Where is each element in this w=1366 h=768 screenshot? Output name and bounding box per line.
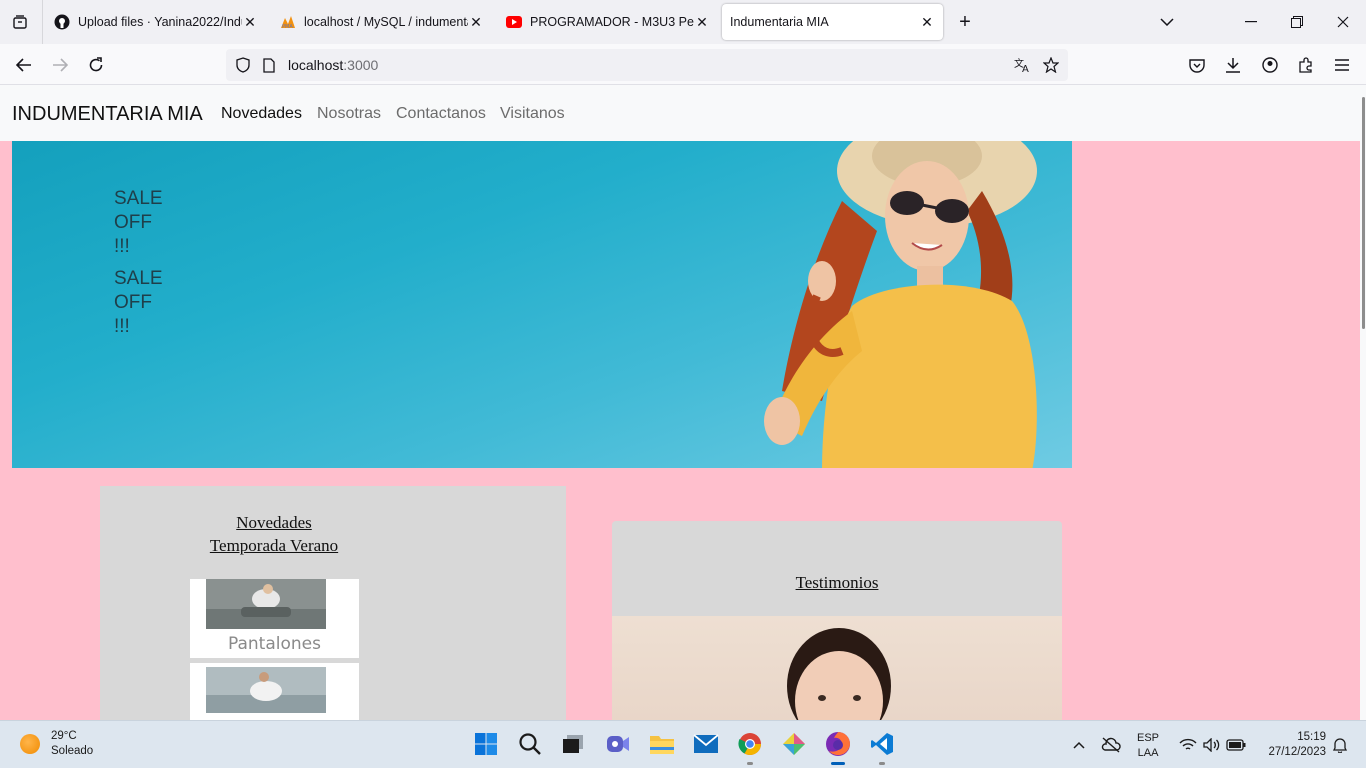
notifications-icon[interactable]	[1330, 735, 1350, 755]
site-brand[interactable]: INDUMENTARIA MIA	[12, 103, 203, 126]
scrollbar[interactable]	[1360, 85, 1366, 720]
battery-icon[interactable]	[1226, 735, 1246, 755]
back-icon[interactable]	[10, 52, 38, 78]
tab-strip: Upload files · Yanina2022/Indum ✕ PMA lo…	[0, 0, 1366, 44]
download-icon[interactable]	[1219, 52, 1247, 78]
testimonials-card: Testimonios	[612, 521, 1062, 720]
hero-banner: SALE OFF !!! SALE OFF !!!	[12, 141, 1072, 468]
restore-icon[interactable]	[1274, 0, 1320, 44]
teams-meet-icon[interactable]	[603, 729, 633, 759]
nav-link-contactanos[interactable]: Contactanos	[396, 105, 486, 123]
youtube-icon	[506, 14, 522, 30]
news-card: Novedades Temporada Verano Pantalones	[100, 486, 566, 720]
system-clock[interactable]: 15:19 27/12/2023	[1256, 730, 1326, 760]
tab-title: Indumentaria MIA	[730, 15, 829, 29]
close-tab-icon[interactable]: ✕	[694, 14, 710, 30]
tab-youtube[interactable]: PROGRAMADOR - M3U3 Petició ✕	[498, 4, 718, 40]
github-icon	[54, 14, 70, 30]
nav-link-nosotras[interactable]: Nosotras	[317, 105, 381, 123]
tab-title: localhost / MySQL / indumenta	[304, 15, 468, 29]
chevron-up-icon[interactable]	[1069, 735, 1089, 755]
task-view-icon[interactable]	[558, 729, 588, 759]
product-card-pantalones[interactable]: Pantalones	[190, 579, 359, 658]
hero-sale-text: SALE OFF !!!	[114, 188, 163, 257]
nav-link-visitanos[interactable]: Visitanos	[500, 105, 565, 123]
reload-icon[interactable]	[82, 52, 110, 78]
hero-model-image	[764, 141, 1037, 468]
svg-text:PMA: PMA	[282, 24, 293, 29]
weather-widget[interactable]: 29°C Soleado	[20, 729, 93, 759]
taskbar: 29°C Soleado ESP LAA 15:19 27/12/2023	[0, 720, 1366, 768]
page-content: INDUMENTARIA MIA Novedades Nosotras Cont…	[0, 85, 1366, 720]
hero-sale-text-2: SALE OFF !!!	[114, 268, 163, 337]
browser-toolbar: localhost:3000 文A	[0, 44, 1366, 85]
tab-title: PROGRAMADOR - M3U3 Petició	[530, 15, 694, 29]
tab-title: Upload files · Yanina2022/Indum	[78, 15, 242, 29]
chevron-down-icon[interactable]	[1157, 12, 1177, 32]
weather-desc: Soleado	[51, 745, 94, 757]
page-icon[interactable]	[260, 56, 278, 74]
testimonials-title[interactable]: Testimonios	[612, 571, 1062, 594]
minimize-icon[interactable]	[1228, 0, 1274, 44]
translate-icon[interactable]: 文A	[1014, 56, 1032, 74]
close-tab-icon[interactable]: ✕	[242, 14, 258, 30]
new-tab-icon[interactable]: +	[954, 11, 976, 33]
diamond-app-icon[interactable]	[779, 729, 809, 759]
product-card[interactable]	[190, 663, 359, 720]
tab-separator	[42, 0, 43, 44]
nav-link-novedades[interactable]: Novedades	[221, 105, 302, 123]
mail-icon[interactable]	[691, 729, 721, 759]
weather-temp: 29°C	[51, 730, 77, 742]
forward-icon[interactable]	[46, 52, 74, 78]
chrome-icon[interactable]	[735, 729, 765, 765]
news-card-title[interactable]: Novedades Temporada Verano	[100, 511, 448, 557]
product-label: Pantalones	[228, 634, 321, 654]
phpmyadmin-icon: PMA	[280, 14, 296, 30]
vscode-icon[interactable]	[867, 729, 897, 765]
close-tab-icon[interactable]: ✕	[919, 14, 935, 30]
scrollbar-thumb[interactable]	[1362, 97, 1365, 329]
pocket-icon[interactable]	[1183, 52, 1211, 78]
url-bar[interactable]: localhost:3000 文A	[226, 49, 1068, 81]
wifi-icon[interactable]	[1178, 735, 1198, 755]
firefox-icon[interactable]	[823, 729, 853, 765]
url-text[interactable]: localhost:3000	[288, 57, 378, 73]
tab-github[interactable]: Upload files · Yanina2022/Indum ✕	[46, 4, 266, 40]
tab-list-icon[interactable]	[8, 10, 32, 34]
sun-icon	[20, 734, 40, 754]
volume-icon[interactable]	[1202, 735, 1222, 755]
extensions-icon[interactable]	[1292, 52, 1320, 78]
close-window-icon[interactable]	[1320, 0, 1366, 44]
search-icon[interactable]	[515, 729, 545, 759]
product-image	[206, 667, 326, 713]
bookmark-star-icon[interactable]	[1042, 56, 1060, 74]
shield-icon[interactable]	[234, 56, 252, 74]
close-tab-icon[interactable]: ✕	[468, 14, 484, 30]
product-image	[206, 579, 326, 629]
svg-text:A: A	[1022, 64, 1029, 73]
windows-start-icon[interactable]	[471, 729, 501, 759]
tab-phpmyadmin[interactable]: PMA localhost / MySQL / indumenta ✕	[272, 4, 492, 40]
onedrive-offline-icon[interactable]	[1101, 735, 1121, 755]
file-explorer-icon[interactable]	[647, 729, 677, 759]
testimonial-photo	[612, 616, 1062, 720]
language-indicator[interactable]: ESP LAA	[1137, 731, 1159, 761]
menu-icon[interactable]	[1328, 52, 1356, 78]
tab-indumentaria[interactable]: Indumentaria MIA ✕	[722, 4, 943, 40]
site-navbar: INDUMENTARIA MIA Novedades Nosotras Cont…	[0, 85, 1360, 141]
account-icon[interactable]	[1256, 52, 1284, 78]
